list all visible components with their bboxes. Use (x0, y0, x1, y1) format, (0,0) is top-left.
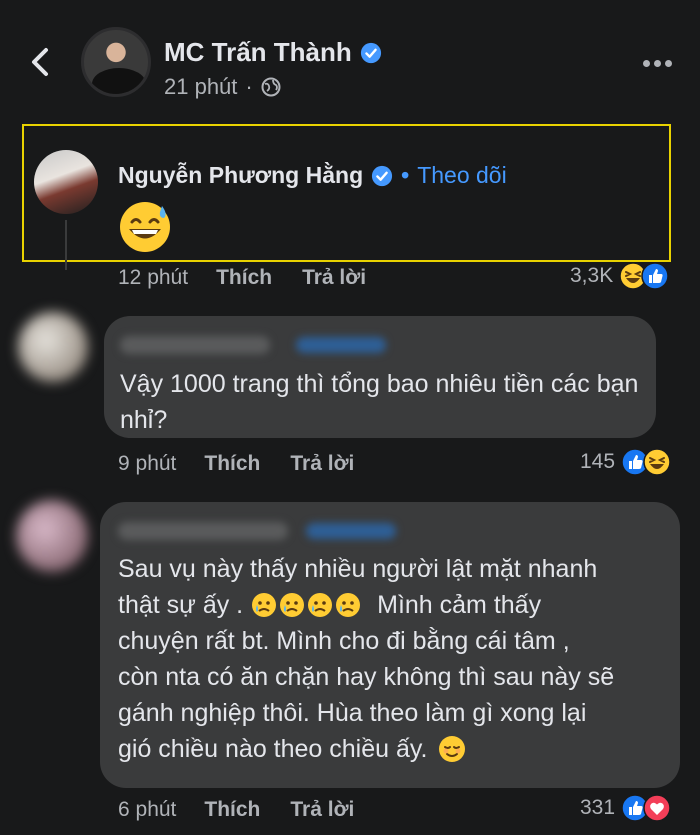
comment-time: 9 phút (118, 452, 177, 475)
comment-time: 12 phút (118, 266, 189, 289)
comment-text: Vậy 1000 trang thì tổng bao nhiêu tiền c… (120, 370, 639, 434)
separator-dot: • (401, 162, 410, 188)
comment-line: còn nta có ăn chặn hay không thì sau này… (118, 663, 615, 691)
comment-actions: 9 phút Thích Trả lời (118, 452, 354, 476)
like-button[interactable]: Thích (204, 452, 260, 476)
commenter-avatar[interactable] (18, 312, 88, 382)
like-icon (641, 262, 669, 290)
separator-dot: · (245, 74, 253, 99)
comment-line: Sau vụ này thấy nhiều người lật mặt nhan… (118, 555, 598, 583)
globe-icon (261, 77, 281, 97)
comment-line: chuyện rất bt. Mình cho đi bằng cái tâm … (118, 627, 570, 655)
comment-text: Sau vụ này thấy nhiều người lật mặt nhan… (118, 551, 674, 767)
commenter-avatar[interactable] (16, 500, 88, 572)
reaction-summary[interactable]: 3,3K (570, 262, 669, 290)
relieved-face-icon (438, 736, 465, 762)
crying-face-icon (308, 593, 333, 617)
reply-button[interactable]: Trả lời (290, 452, 354, 476)
follow-button[interactable]: Theo dõi (417, 162, 507, 189)
reaction-summary[interactable]: 331 (580, 794, 671, 822)
reaction-summary[interactable]: 145 (580, 448, 671, 476)
back-button[interactable] (22, 42, 58, 82)
more-options-button[interactable] (642, 48, 672, 78)
commenter-avatar[interactable] (34, 150, 98, 214)
crying-face-icon (252, 593, 277, 617)
like-button[interactable]: Thích (216, 266, 272, 290)
comment-line: gánh nghiệp thôi. Hùa theo làm gì xong l… (118, 699, 587, 727)
haha-icon (643, 448, 671, 476)
commenter-name-blurred[interactable] (118, 522, 288, 540)
follow-button-blurred[interactable] (306, 523, 396, 539)
comment-actions: 6 phút Thích Trả lời (118, 798, 354, 822)
follow-button-blurred[interactable] (296, 337, 386, 353)
more-icon (642, 59, 650, 67)
reaction-count: 3,3K (570, 264, 614, 287)
post-time: 21 phút · (164, 74, 281, 100)
comment-time: 6 phút (118, 798, 177, 821)
commenter-header: Nguyễn Phương Hằng • Theo dõi (118, 162, 507, 189)
commenter-name[interactable]: Nguyễn Phương Hằng (118, 162, 363, 189)
reply-button[interactable]: Trả lời (302, 266, 366, 290)
like-button[interactable]: Thích (204, 798, 260, 822)
post-header: MC Trấn Thành 21 phút · (0, 0, 700, 118)
back-arrow-icon (32, 48, 48, 76)
crying-face-icon (280, 593, 305, 617)
verified-icon (360, 42, 381, 63)
reaction-count: 145 (580, 450, 616, 473)
comment-actions: 12 phút Thích Trả lời (118, 266, 366, 290)
author-name[interactable]: MC Trấn Thành (164, 37, 382, 68)
thread-line (65, 220, 67, 270)
author-avatar[interactable] (81, 27, 151, 97)
author-name-text[interactable]: MC Trấn Thành (164, 37, 352, 68)
commenter-name-blurred[interactable] (120, 336, 270, 354)
reaction-count: 331 (580, 796, 616, 819)
love-icon (643, 794, 671, 822)
crying-emoji-group (251, 592, 361, 618)
post-time-text[interactable]: 21 phút (164, 74, 237, 100)
crying-face-icon (336, 593, 361, 617)
comment-line: gió chiều nào theo chiều ấy. (118, 731, 674, 767)
verified-icon (372, 165, 393, 186)
comment-line: thật sự ấy . Mình cảm thấy (118, 591, 542, 619)
reply-button[interactable]: Trả lời (290, 798, 354, 822)
sweat-smile-emoji (120, 202, 170, 252)
